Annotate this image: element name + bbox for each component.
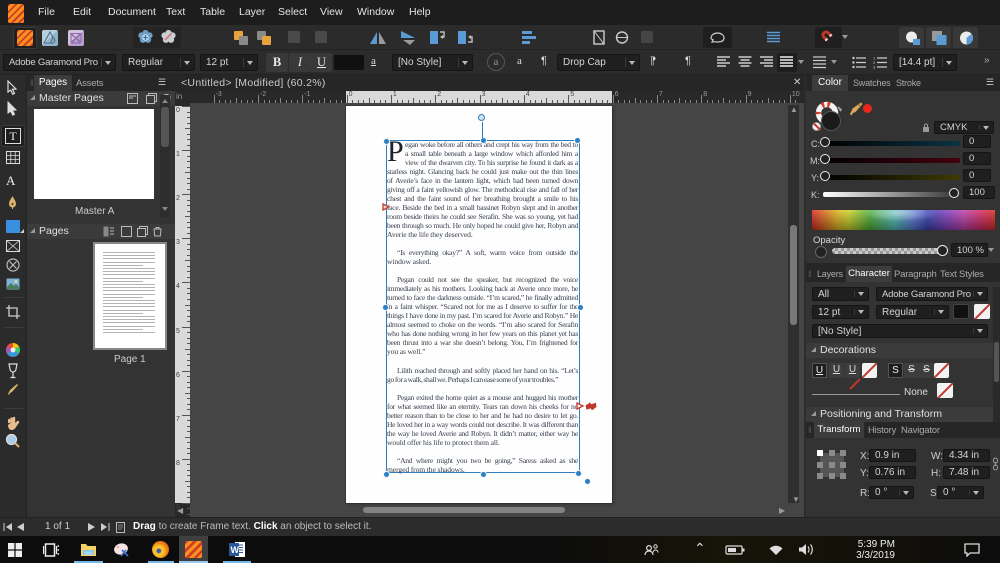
- svg-text:W: W: [231, 545, 240, 555]
- svg-text:3: 3: [873, 65, 876, 70]
